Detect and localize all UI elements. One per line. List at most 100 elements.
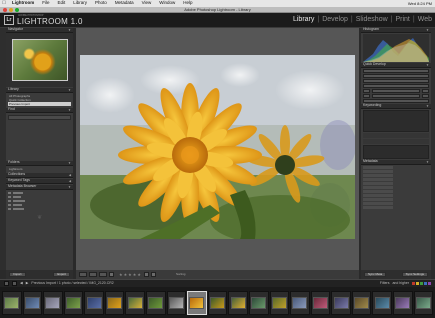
metadata-value[interactable] [363,169,393,173]
filmstrip-thumb[interactable] [290,290,310,315]
collapse-triangle-icon[interactable]: ▼ [68,185,71,189]
red-label-filter[interactable] [412,282,415,285]
filmstrip-thumb[interactable] [269,290,290,315]
minimize-window-button[interactable] [9,8,13,12]
keyword-tags-header[interactable]: Keyword Tags ◀ [6,179,73,184]
menu-item-help[interactable]: Help [179,1,196,6]
grid-view-button[interactable] [79,272,87,277]
menu-item-edit[interactable]: Edit [54,1,70,6]
menu-item-photo[interactable]: Photo [91,1,111,6]
list-item[interactable] [8,207,71,211]
metadata-value[interactable] [363,193,393,197]
menu-item-view[interactable]: View [138,1,156,6]
metadata-value[interactable] [363,177,393,181]
sync-metadata-button[interactable]: Sync Meta [364,272,387,277]
histogram-header[interactable]: Histogram ▼ [361,28,431,33]
rotate-right-icon[interactable] [150,272,156,277]
filmstrip-thumb[interactable] [413,290,434,315]
filmstrip-back-icon[interactable]: ◀ [20,281,23,286]
keyword-suggestions[interactable] [363,145,429,159]
clock[interactable]: Wed 8:24 PM [405,1,435,6]
treatment-select[interactable] [363,78,429,83]
exposure-increase-button[interactable] [422,88,429,93]
crop-ratio-select[interactable] [363,73,429,78]
expand-triangle-icon[interactable]: ◀ [69,179,71,183]
filmstrip-forward-icon[interactable]: ▶ [26,281,29,286]
menu-item-window[interactable]: Window [155,1,179,6]
rating-stars[interactable]: ★★★★★ [119,272,142,277]
keyword-entry-field[interactable] [363,133,429,138]
filmstrip-source[interactable]: Previous Import / 1 photo / selected / I… [31,281,113,286]
brightness-decrease-button[interactable] [363,93,370,98]
flag-icon[interactable] [109,272,114,277]
filmstrip-thumb[interactable] [43,290,63,315]
folder-item[interactable]: Lightroom [8,167,71,171]
filmstrip-thumb[interactable] [248,290,269,315]
rotate-left-icon[interactable] [143,272,149,277]
rating-filter[interactable]: and higher [392,281,409,286]
white-balance-select[interactable] [363,83,429,88]
blue-label-filter[interactable] [424,282,427,285]
collapse-triangle-icon[interactable]: ▼ [68,28,71,32]
metadata-value[interactable] [363,201,393,205]
navigator-thumbnail[interactable] [11,39,68,81]
filmstrip-thumb[interactable] [2,290,22,315]
find-text-field[interactable] [8,115,71,120]
yellow-label-filter[interactable] [416,282,419,285]
grid-toggle-button[interactable] [12,281,17,286]
right-panel-edge[interactable] [431,28,435,270]
menu-item-library[interactable]: Library [69,1,91,6]
filmstrip-thumb[interactable] [331,290,351,315]
apple-icon[interactable]:  [0,1,8,6]
filmstrip-thumb[interactable] [392,290,413,315]
brightness-control[interactable] [372,93,420,98]
compare-view-button[interactable] [99,272,107,277]
keywording-header[interactable]: Keywording ▼ [361,104,431,109]
module-slideshow[interactable]: Slideshow [356,16,388,23]
collapse-triangle-icon[interactable]: ▼ [426,28,429,32]
metadata-value[interactable] [363,205,393,209]
filmstrip-thumb[interactable] [207,290,228,315]
module-web[interactable]: Web [418,16,432,23]
module-library[interactable]: Library [293,16,314,23]
collapse-triangle-icon[interactable]: ▼ [426,160,429,164]
filmstrip-thumb[interactable] [84,290,104,315]
menu-item-metadata[interactable]: Metadata [111,1,138,6]
purple-label-filter[interactable] [428,282,431,285]
filmstrip-thumb[interactable] [310,290,331,315]
exposure-control[interactable] [372,88,420,93]
metadata-value[interactable] [363,173,393,177]
metadata-value[interactable] [363,181,393,185]
green-label-filter[interactable] [420,282,423,285]
metadata-value[interactable] [363,185,393,189]
module-develop[interactable]: Develop [322,16,348,23]
zoom-window-button[interactable] [15,8,19,12]
filmstrip-thumb[interactable] [104,290,125,315]
keyword-tags-box[interactable] [363,110,429,132]
expand-triangle-icon[interactable]: ◀ [69,173,71,177]
filmstrip-thumb[interactable] [228,290,248,315]
collapse-triangle-icon[interactable]: ▼ [68,108,71,112]
filmstrip-thumb[interactable] [351,290,372,315]
filmstrip-thumb[interactable] [146,290,166,315]
metadata-value[interactable] [363,197,393,201]
loupe-view-button[interactable] [89,272,97,277]
filmstrip-thumb-selected[interactable] [187,290,207,315]
library-item-previous-import[interactable]: Previous Import [8,102,71,106]
sync-settings-button[interactable]: Sync Settings [401,272,428,277]
close-window-button[interactable] [3,8,7,12]
collapse-triangle-icon[interactable]: ▼ [426,104,429,108]
export-button[interactable]: Export [53,272,70,277]
exposure-decrease-button[interactable] [363,88,370,93]
keyword-set-select[interactable] [363,139,429,144]
navigator-preview[interactable] [6,33,73,87]
filmstrip-thumb[interactable] [372,290,392,315]
collapse-triangle-icon[interactable]: ▼ [426,63,429,67]
collections-header[interactable]: Collections ◀ [6,173,73,178]
menu-item-file[interactable]: File [38,1,53,6]
metadata-value[interactable] [363,189,393,193]
saved-preset-select[interactable] [363,68,429,73]
filmstrip-thumb[interactable] [166,290,187,315]
reset-all-button[interactable] [363,98,429,103]
main-photo[interactable] [80,55,355,239]
